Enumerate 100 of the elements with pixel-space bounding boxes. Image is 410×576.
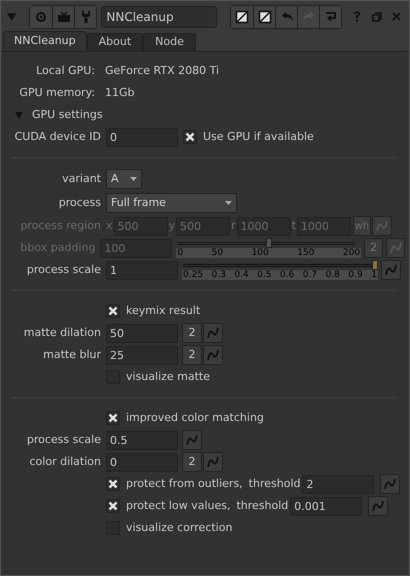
checkbox-label: visualize matte bbox=[126, 368, 210, 385]
circle-icon bbox=[34, 10, 48, 24]
field-label: process scale bbox=[26, 432, 102, 448]
checkbox-label: improved color matching bbox=[126, 410, 264, 426]
number-field[interactable]: 50 bbox=[106, 324, 178, 342]
number-field[interactable]: 0.5 bbox=[106, 430, 178, 450]
number-field: 500 bbox=[114, 216, 168, 236]
tick-label: 0.6 bbox=[280, 270, 294, 280]
dropdown[interactable]: Full frame bbox=[106, 193, 237, 213]
field-prefix: y bbox=[168, 218, 176, 234]
close-icon bbox=[392, 12, 402, 21]
field-label: GPU memory: bbox=[18, 84, 96, 101]
animation-button[interactable] bbox=[203, 345, 223, 365]
tick-label: 200 bbox=[342, 248, 360, 258]
help-icon bbox=[352, 11, 361, 22]
node-name-field[interactable]: NNCleanup bbox=[101, 6, 218, 28]
curve-icon bbox=[206, 348, 220, 362]
windows-icon bbox=[372, 12, 382, 22]
tick-label: 0.9 bbox=[348, 270, 363, 280]
field-label: variant bbox=[61, 170, 102, 187]
curve-icon bbox=[383, 477, 398, 491]
field-label: process scale bbox=[26, 262, 102, 278]
field-label: matte dilation bbox=[22, 324, 102, 341]
tick-label: 50 bbox=[212, 248, 224, 258]
field-prefix: t bbox=[292, 218, 296, 234]
animation-button[interactable] bbox=[380, 474, 400, 494]
animation-button[interactable] bbox=[203, 323, 223, 343]
curve-icon bbox=[206, 455, 220, 469]
split-button[interactable]: 2 bbox=[182, 323, 202, 343]
field-label: bbox padding bbox=[19, 240, 96, 256]
curve-icon bbox=[384, 263, 398, 277]
toolbar-button[interactable] bbox=[231, 6, 254, 28]
field-label: Local GPU: bbox=[35, 62, 96, 79]
field-label: process bbox=[58, 194, 102, 211]
number-field[interactable]: 25 bbox=[106, 346, 178, 364]
number-field[interactable]: 1 bbox=[106, 260, 178, 280]
field-label: process region bbox=[19, 218, 102, 234]
field-prefix: x bbox=[106, 218, 113, 234]
group-toggle[interactable]: GPU settings bbox=[15, 106, 103, 124]
animation-button[interactable] bbox=[182, 430, 202, 450]
tab[interactable]: About bbox=[86, 33, 144, 51]
square-icon bbox=[235, 10, 250, 24]
checkbox-label: keymix result bbox=[126, 302, 200, 319]
curve-icon bbox=[388, 241, 402, 255]
slider-thumb[interactable] bbox=[372, 260, 378, 270]
checkbox[interactable] bbox=[106, 499, 120, 513]
tick-label: 0.25 bbox=[183, 270, 204, 280]
field-prefix: r bbox=[231, 218, 236, 234]
checkbox[interactable] bbox=[106, 477, 120, 491]
caret-icon bbox=[130, 177, 137, 181]
square-icon bbox=[258, 10, 272, 24]
tab[interactable]: Node bbox=[143, 33, 196, 51]
checkbox[interactable] bbox=[183, 130, 197, 144]
tick-label: 0.7 bbox=[302, 270, 318, 280]
expanded-icon bbox=[15, 111, 23, 119]
tick-label: 0 bbox=[177, 248, 184, 258]
caret-icon bbox=[225, 201, 232, 205]
split-button[interactable]: 2 bbox=[182, 452, 202, 472]
tick-label: 0.3 bbox=[212, 270, 226, 280]
tick-label: 0.5 bbox=[257, 270, 272, 280]
number-field: 500 bbox=[176, 216, 230, 236]
tick-label: 1 bbox=[371, 270, 377, 280]
number-field[interactable]: 0 bbox=[106, 452, 178, 472]
tick-label: 0.4 bbox=[234, 270, 249, 280]
tick-label: 150 bbox=[297, 248, 314, 258]
tick-label: 0.8 bbox=[326, 270, 340, 280]
animation-button[interactable] bbox=[381, 260, 401, 280]
info-value: 11Gb bbox=[105, 84, 135, 101]
field-label: threshold bbox=[236, 498, 288, 514]
field-label: threshold bbox=[248, 476, 300, 492]
tv-icon bbox=[56, 10, 71, 24]
checkbox[interactable] bbox=[106, 411, 120, 425]
animation-button[interactable] bbox=[203, 452, 223, 472]
number-field[interactable]: 2 bbox=[302, 474, 374, 494]
curve-icon bbox=[185, 433, 199, 447]
checkbox-label: protect low values, bbox=[126, 498, 230, 514]
animation-button[interactable] bbox=[368, 496, 388, 516]
tab[interactable]: NNCleanup bbox=[3, 31, 87, 51]
toolbar-button[interactable] bbox=[253, 6, 276, 28]
curve-icon bbox=[206, 326, 220, 340]
revert-icon bbox=[324, 10, 338, 24]
field-label: CUDA device ID bbox=[14, 128, 102, 145]
number-field[interactable]: 0 bbox=[106, 128, 178, 146]
tick-label: 100 bbox=[252, 248, 269, 258]
split-button[interactable]: 2 bbox=[182, 345, 202, 365]
collapse-icon[interactable] bbox=[7, 12, 16, 20]
number-field[interactable]: 0.001 bbox=[290, 496, 362, 516]
undo-icon bbox=[280, 10, 294, 24]
checkbox-label: protect from outliers, bbox=[126, 476, 243, 492]
info-value: GeForce RTX 2080 Ti bbox=[105, 62, 220, 79]
number-field: 1000 bbox=[236, 216, 291, 236]
number-field: 1000 bbox=[296, 216, 351, 236]
number-field: 100 bbox=[100, 238, 172, 258]
dropdown[interactable]: A bbox=[106, 169, 142, 189]
curve-icon bbox=[374, 219, 389, 233]
curve-icon bbox=[371, 499, 386, 513]
field-label: matte blur bbox=[42, 346, 102, 363]
checkbox[interactable] bbox=[106, 304, 120, 318]
checkbox-label: Use GPU if available bbox=[203, 128, 314, 145]
field-label: color dilation bbox=[28, 454, 102, 470]
